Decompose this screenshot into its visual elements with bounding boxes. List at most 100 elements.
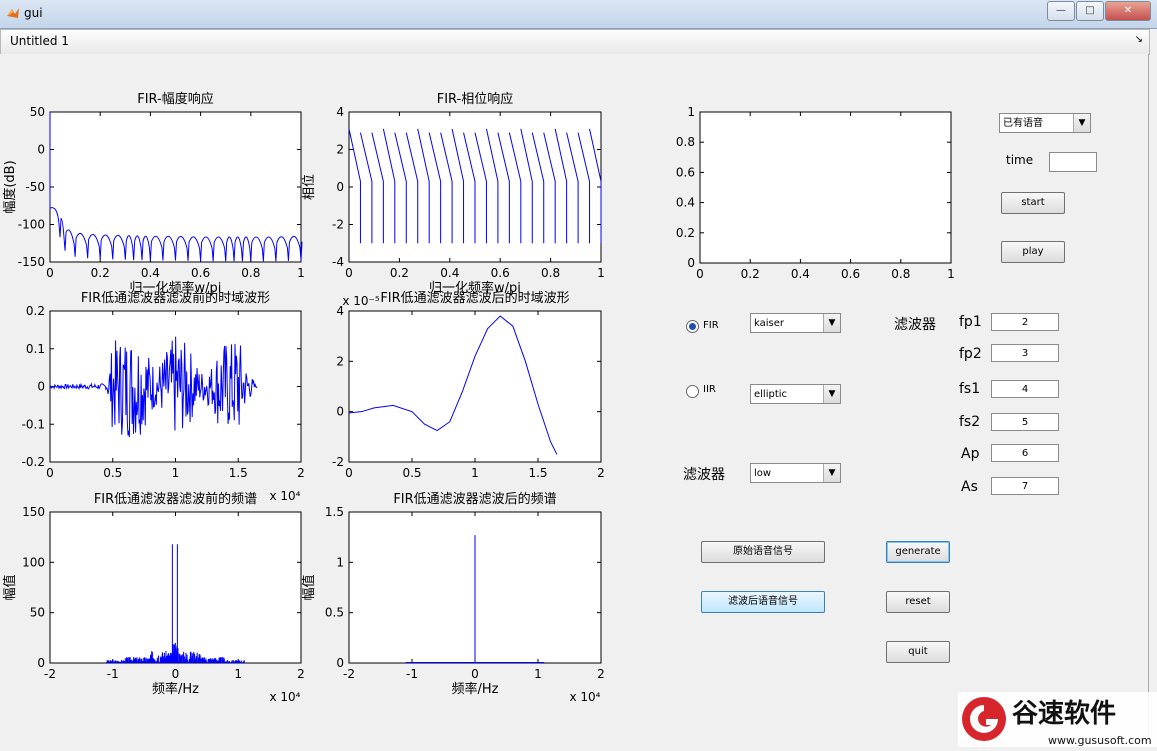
x-tick-label: 0 — [345, 466, 353, 480]
y-axis-label: 幅值 — [301, 574, 317, 600]
y-tick-label: 0.5 — [325, 606, 344, 620]
source-select[interactable]: 已有语音 ▼ — [999, 113, 1091, 133]
y-tick-label: 1 — [687, 105, 695, 119]
x-exponent-label: x 10⁴ — [270, 489, 301, 503]
filter-type-select-value: low — [754, 468, 772, 479]
param-label-fs2: fs2 — [959, 414, 981, 430]
y-tick-label: -2 — [332, 218, 344, 232]
y-tick-label: 0 — [37, 143, 45, 157]
param-input-fp2[interactable]: 3 — [991, 344, 1059, 362]
y-tick-label: 0 — [336, 656, 344, 670]
y-tick-label: -0.2 — [22, 455, 45, 469]
filtered-signal-button[interactable]: 滤波后语音信号 — [701, 591, 825, 613]
param-input-fs2[interactable]: 5 — [991, 413, 1059, 431]
x-tick-label: 0.6 — [491, 266, 510, 280]
chevron-down-icon[interactable]: ▼ — [1073, 114, 1090, 132]
y-tick-label: -100 — [18, 218, 45, 232]
x-tick-label: 0.2 — [741, 267, 760, 281]
x-tick-label: 1 — [947, 267, 955, 281]
chevron-down-icon[interactable]: ▼ — [823, 464, 840, 482]
plot-area — [699, 111, 952, 264]
watermark-logo: 谷速软件 www.gususoft.com — [958, 692, 1157, 747]
x-tick-label: 0.8 — [241, 266, 260, 280]
x-tick-label: 1 — [471, 466, 479, 480]
x-tick-label: 0.2 — [91, 266, 110, 280]
x-tick-label: 0.4 — [440, 266, 459, 280]
x-tick-label: 2 — [297, 466, 305, 480]
watermark: 谷速软件 www.gususoft.com — [958, 692, 1157, 747]
param-input-ap[interactable]: 6 — [991, 444, 1059, 462]
chevron-down-icon[interactable]: ▼ — [823, 314, 840, 332]
x-tick-label: 0 — [46, 266, 54, 280]
y-tick-label: 0 — [37, 656, 45, 670]
chart-title: FIR-幅度响应 — [137, 91, 214, 107]
x-tick-label: 1 — [597, 266, 605, 280]
start-button[interactable]: start — [1001, 192, 1065, 214]
y-tick-label: 0.1 — [26, 342, 45, 356]
y-tick-label: 0 — [336, 405, 344, 419]
chart-title: FIR低通滤波器滤波后的频谱 — [393, 491, 556, 507]
param-label-fs1: fs1 — [959, 381, 981, 397]
plots-canvas: 0 0.2 0.4 0.6 0.8 1500-50-100-150FIR-幅度响应归一化频… — [2, 91, 955, 704]
y-tick-label: 50 — [30, 606, 45, 620]
chart-title: FIR低通滤波器滤波前的频谱 — [94, 491, 257, 507]
y-exponent-label: x 10⁻⁵ — [342, 294, 380, 308]
generate-button[interactable]: generate — [886, 541, 950, 563]
y-tick-label: 100 — [22, 555, 45, 569]
param-label-as: As — [961, 479, 978, 495]
x-tick-label: 0 — [696, 267, 704, 281]
x-tick-label: 0.4 — [791, 267, 810, 281]
watermark-brand: 谷速软件 — [1012, 699, 1116, 729]
x-tick-label: 0.2 — [390, 266, 409, 280]
time-label: time — [1006, 153, 1034, 167]
filter-type-label: 滤波器 — [683, 467, 725, 483]
y-tick-label: 4 — [336, 105, 344, 119]
x-tick-label: 1 — [172, 466, 180, 480]
filter-label: 滤波器 — [894, 317, 936, 333]
x-tick-label: 1.5 — [528, 466, 547, 480]
x-tick-label: 0 — [345, 266, 353, 280]
y-axis-label: 相位 — [302, 174, 317, 200]
iir-type-select-value: elliptic — [754, 389, 788, 400]
original-signal-button[interactable]: 原始语音信号 — [701, 541, 825, 563]
y-tick-label: 0.2 — [26, 304, 45, 318]
y-tick-label: -0.1 — [22, 417, 45, 431]
param-input-fp1[interactable]: 2 — [991, 313, 1059, 331]
window-select[interactable]: kaiser ▼ — [750, 313, 841, 333]
chart-title: FIR低通滤波器滤波前的时域波形 — [81, 290, 270, 306]
chevron-down-icon[interactable]: ▼ — [823, 385, 840, 403]
iir-type-select[interactable]: elliptic ▼ — [750, 384, 841, 404]
param-input-as[interactable]: 7 — [991, 477, 1059, 495]
y-tick-label: 0.2 — [676, 226, 695, 240]
y-tick-label: 150 — [22, 505, 45, 519]
reset-button[interactable]: reset — [886, 591, 950, 613]
y-tick-label: -150 — [18, 255, 45, 269]
y-tick-label: 1.5 — [325, 505, 344, 519]
y-axis-label: 幅值 — [2, 574, 18, 600]
x-tick-label: 0.8 — [891, 267, 910, 281]
time-input[interactable] — [1049, 152, 1097, 172]
param-label-fp2: fp2 — [959, 346, 982, 362]
x-exponent-label: x 10⁴ — [270, 690, 301, 704]
fir-radio[interactable] — [686, 320, 699, 333]
quit-button[interactable]: quit — [886, 641, 950, 663]
iir-radio[interactable] — [686, 385, 699, 398]
param-input-fs1[interactable]: 4 — [991, 380, 1059, 398]
filter-type-select[interactable]: low ▼ — [750, 463, 841, 483]
x-tick-label: 0.6 — [841, 267, 860, 281]
y-tick-label: 2 — [336, 354, 344, 368]
y-tick-label: 0 — [336, 180, 344, 194]
param-label-fp1: fp1 — [959, 314, 982, 330]
x-tick-label: 1 — [297, 266, 305, 280]
y-tick-label: 1 — [336, 555, 344, 569]
param-label-ap: Ap — [961, 446, 980, 462]
x-tick-label: 0.6 — [191, 266, 210, 280]
x-tick-label: 0.4 — [141, 266, 160, 280]
y-tick-label: 0.8 — [676, 135, 695, 149]
x-tick-label: 0.5 — [402, 466, 421, 480]
x-exponent-label: x 10⁴ — [570, 690, 601, 704]
x-tick-label: 0 — [172, 667, 180, 681]
x-tick-label: 2 — [297, 667, 305, 681]
x-tick-label: 0 — [471, 667, 479, 681]
play-button[interactable]: play — [1001, 241, 1065, 263]
